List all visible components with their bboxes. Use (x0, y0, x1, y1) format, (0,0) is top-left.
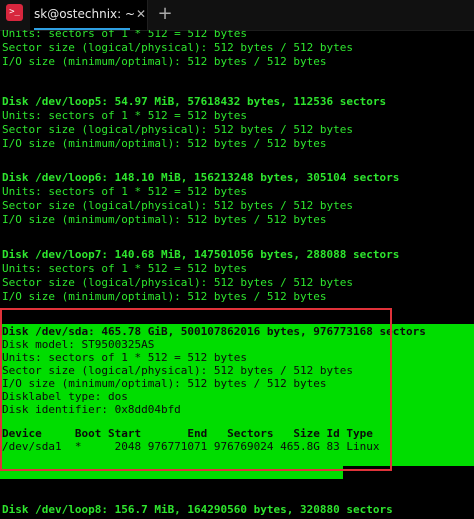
terminal-line: Units: sectors of 1 * 512 = 512 bytes (2, 109, 248, 122)
terminal-line: I/O size (minimum/optimal): 512 bytes / … (2, 137, 327, 150)
terminal-output[interactable]: Units: sectors of 1 * 512 = 512 bytes Se… (0, 30, 474, 519)
tab-title: sk@ostechnix: ~ (34, 7, 136, 21)
terminal-line-disk-header: Disk /dev/loop5: 54.97 MiB, 57618432 byt… (2, 95, 387, 108)
close-icon[interactable]: ✕ (136, 7, 146, 21)
terminal-line: Sector size (logical/physical): 512 byte… (2, 123, 353, 136)
terminal-tab[interactable]: sk@ostechnix: ~ ✕ (30, 0, 148, 30)
terminal-line: I/O size (minimum/optimal): 512 bytes / … (2, 213, 327, 226)
terminal-line: Sector size (logical/physical): 512 byte… (2, 199, 353, 212)
terminal-icon[interactable]: >_ (6, 4, 23, 21)
terminal-line: Units: sectors of 1 * 512 = 512 bytes (2, 185, 248, 198)
terminal-line: I/O size (minimum/optimal): 512 bytes / … (2, 55, 327, 68)
terminal-line: Sector size (logical/physical): 512 byte… (2, 41, 353, 54)
annotation-box (0, 308, 392, 471)
terminal-line-disk-header: Disk /dev/loop7: 140.68 MiB, 147501056 b… (2, 248, 400, 261)
terminal-line-disk-header: Disk /dev/loop6: 148.10 MiB, 156213248 b… (2, 171, 400, 184)
terminal-line: Units: sectors of 1 * 512 = 512 bytes (2, 30, 248, 40)
tab-bar: >_ sk@ostechnix: ~ ✕ + (0, 0, 474, 31)
new-tab-icon[interactable]: + (153, 3, 177, 27)
terminal-line: Sector size (logical/physical): 512 byte… (2, 276, 353, 289)
terminal-line-disk-header: Disk /dev/loop8: 156.7 MiB, 164290560 by… (2, 503, 393, 516)
terminal-line: Units: sectors of 1 * 512 = 512 bytes (2, 262, 248, 275)
terminal-line: I/O size (minimum/optimal): 512 bytes / … (2, 290, 327, 303)
